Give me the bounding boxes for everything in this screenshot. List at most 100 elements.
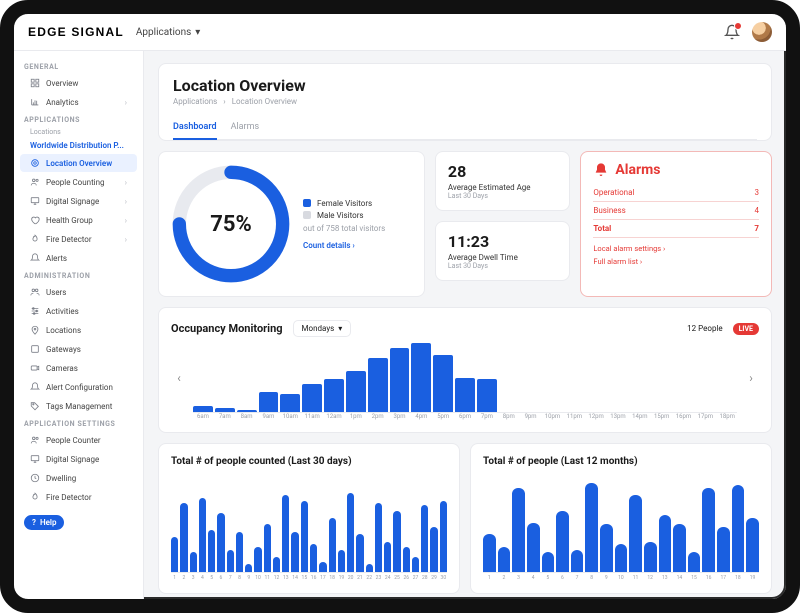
bar bbox=[236, 532, 243, 572]
live-badge: LIVE bbox=[733, 323, 759, 335]
sidebar-item-pc[interactable]: People Counter bbox=[20, 431, 137, 449]
sidebar-item-users[interactable]: Users bbox=[20, 283, 137, 301]
page-header: Location Overview Applications › Locatio… bbox=[158, 63, 772, 141]
crumb[interactable]: Applications bbox=[173, 97, 217, 106]
sidebar-item-tags[interactable]: Tags Management bbox=[20, 397, 137, 415]
bar bbox=[615, 544, 628, 572]
bar bbox=[338, 550, 345, 572]
bar bbox=[368, 358, 388, 412]
crumb: Location Overview bbox=[232, 97, 297, 106]
people-count: 12 People bbox=[687, 324, 722, 333]
bar bbox=[346, 371, 366, 412]
sidebar-item-overview[interactable]: Overview bbox=[20, 74, 137, 92]
bar bbox=[732, 485, 745, 572]
sidebar-item-label: People Counter bbox=[46, 436, 101, 445]
bar bbox=[366, 564, 373, 572]
topbar: EDGE SIGNAL Applications ▾ bbox=[14, 14, 786, 51]
box-icon bbox=[30, 344, 40, 354]
occupancy-xticks: 6am7am8am9am10am11am12am1pm2pm3pm4pm5pm6… bbox=[193, 413, 737, 420]
breadcrumb: Applications › Location Overview bbox=[173, 97, 757, 106]
tabs: Dashboard Alarms bbox=[173, 116, 757, 140]
camera-icon bbox=[30, 363, 40, 373]
bar bbox=[264, 524, 271, 572]
bell-icon bbox=[30, 253, 40, 263]
chart-title: Total # of people (Last 12 months) bbox=[483, 456, 759, 467]
bar bbox=[302, 384, 322, 412]
heart-icon bbox=[30, 215, 40, 225]
bar bbox=[356, 534, 363, 572]
occupancy-title: Occupancy Monitoring bbox=[171, 322, 283, 335]
bar bbox=[477, 379, 497, 412]
local-alarm-settings-link[interactable]: Local alarm settings › bbox=[593, 244, 759, 253]
target-icon bbox=[30, 158, 40, 168]
bar bbox=[301, 501, 308, 572]
bar bbox=[390, 348, 410, 412]
bar bbox=[319, 562, 326, 572]
sidebar-item-alertcfg[interactable]: Alert Configuration bbox=[20, 378, 137, 396]
sidebar-section: APPLICATIONS bbox=[14, 112, 143, 126]
sidebar-section: GENERAL bbox=[14, 59, 143, 73]
sidebar-item-fd[interactable]: Fire Detector bbox=[20, 488, 137, 506]
count-details-link[interactable]: Count details › bbox=[303, 241, 385, 250]
occupancy-bars bbox=[193, 343, 737, 413]
bar bbox=[498, 547, 511, 572]
chevron-right-icon: › bbox=[125, 98, 127, 107]
chevron-down-icon: ▾ bbox=[195, 27, 200, 38]
people-icon bbox=[30, 287, 40, 297]
table-row: Business4 bbox=[593, 202, 759, 220]
bar bbox=[411, 343, 431, 412]
sidebar-item-health[interactable]: Health Group› bbox=[20, 211, 137, 229]
sidebar-item-label: People Counting bbox=[46, 178, 105, 187]
sidebar-item-label: Alerts bbox=[46, 254, 67, 263]
help-button[interactable]: ?Help bbox=[24, 515, 64, 530]
bell-icon bbox=[593, 162, 609, 178]
tab-dashboard[interactable]: Dashboard bbox=[173, 116, 217, 140]
sidebar-item-label: Overview bbox=[46, 79, 78, 88]
sidebar-item-loc-ov[interactable]: Location Overview bbox=[20, 154, 137, 172]
avatar[interactable] bbox=[752, 22, 772, 42]
sidebar-item-label: Fire Detector bbox=[46, 493, 92, 502]
bar bbox=[324, 379, 344, 413]
pin-icon bbox=[30, 325, 40, 335]
kpi-dwell: 11:23 Average Dwell Time Last 30 Days bbox=[435, 221, 571, 281]
sidebar-item-label: Digital Signage bbox=[46, 197, 99, 206]
sidebar-section: APPLICATION SETTINGS bbox=[14, 416, 143, 430]
next-button[interactable]: › bbox=[743, 370, 759, 386]
flame-icon bbox=[30, 492, 40, 502]
sidebar-item-ds[interactable]: Digital Signage bbox=[20, 450, 137, 468]
donut-percent: 75% bbox=[171, 164, 291, 284]
sidebar-item-alerts[interactable]: Alerts bbox=[20, 249, 137, 267]
chevron-down-icon: ▾ bbox=[338, 324, 342, 333]
sidebar-item-analytics[interactable]: Analytics› bbox=[20, 93, 137, 111]
donut-legend: Female Visitors Male Visitors out of 758… bbox=[303, 196, 385, 253]
visitors-donut-card: 75% Female Visitors Male Visitors out of… bbox=[158, 151, 425, 297]
sidebar-item-gateways[interactable]: Gateways bbox=[20, 340, 137, 358]
alarms-card: Alarms Operational3 Business4 Total7 Loc… bbox=[580, 151, 772, 297]
bar bbox=[375, 503, 382, 572]
last12-card: Total # of people (Last 12 months) 12345… bbox=[470, 443, 772, 594]
brand-logo: EDGE SIGNAL bbox=[28, 25, 124, 39]
sidebar-item-people[interactable]: People Counting› bbox=[20, 173, 137, 191]
bar bbox=[291, 532, 298, 572]
sidebar-item-signage[interactable]: Digital Signage› bbox=[20, 192, 137, 210]
sidebar-subitem[interactable]: Worldwide Distribution P... bbox=[14, 138, 143, 153]
bar bbox=[245, 564, 252, 572]
bar bbox=[403, 547, 410, 572]
day-filter[interactable]: Mondays▾ bbox=[293, 320, 352, 337]
full-alarm-list-link[interactable]: Full alarm list › bbox=[593, 257, 759, 266]
bar bbox=[702, 488, 715, 572]
prev-button[interactable]: ‹ bbox=[171, 370, 187, 386]
tab-alarms[interactable]: Alarms bbox=[231, 116, 260, 139]
sidebar-item-label: Cameras bbox=[46, 364, 78, 373]
sidebar-item-fire[interactable]: Fire Detector› bbox=[20, 230, 137, 248]
sidebar-item-dw[interactable]: Dwelling bbox=[20, 469, 137, 487]
sidebar-item-activities[interactable]: Activities bbox=[20, 302, 137, 320]
chevron-right-icon: › bbox=[125, 216, 127, 225]
bar bbox=[527, 523, 540, 573]
bar bbox=[412, 557, 419, 572]
sidebar-item-locations[interactable]: Locations bbox=[20, 321, 137, 339]
notifications-button[interactable] bbox=[724, 24, 740, 40]
bar bbox=[483, 534, 496, 572]
sidebar-item-cameras[interactable]: Cameras bbox=[20, 359, 137, 377]
topnav-applications[interactable]: Applications ▾ bbox=[136, 27, 200, 38]
